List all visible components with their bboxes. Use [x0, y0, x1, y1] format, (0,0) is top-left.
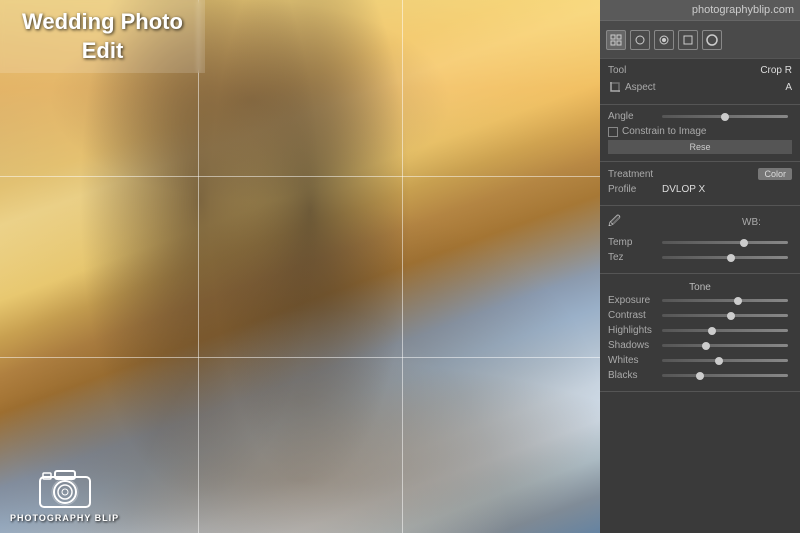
website-url: photographyblip.com — [692, 4, 794, 16]
profile-label: Profile — [608, 184, 658, 195]
treatment-row: Treatment Color — [608, 168, 792, 180]
constrain-checkbox[interactable] — [608, 127, 618, 137]
profile-row: Profile DVLOP X — [608, 184, 792, 195]
contrast-slider-thumb[interactable] — [727, 312, 735, 320]
color-button[interactable]: Color — [758, 168, 792, 180]
logo-text: PHOTOGRAPHY BLIP — [10, 513, 119, 523]
wb-section: 🖉 WB: Temp Tez — [600, 206, 800, 274]
grid-line-v1 — [198, 0, 199, 533]
profile-value: DVLOP X — [662, 184, 705, 195]
aspect-value: A — [785, 82, 792, 93]
website-header: photographyblip.com — [600, 0, 800, 21]
exposure-slider[interactable] — [662, 299, 788, 302]
constrain-label: Constrain to Image — [622, 126, 707, 137]
contrast-row: Contrast — [608, 310, 792, 321]
tool-value: Crop R — [760, 65, 792, 76]
tool-section: Tool Crop R Aspect A — [600, 59, 800, 105]
contrast-slider[interactable] — [662, 314, 788, 317]
whites-slider[interactable] — [662, 359, 788, 362]
angle-section: Angle Constrain to Image Rese — [600, 105, 800, 162]
whites-slider-thumb[interactable] — [715, 357, 723, 365]
tez-label: Tez — [608, 252, 658, 263]
shadows-row: Shadows — [608, 340, 792, 351]
tool-row: Tool Crop R — [608, 65, 792, 76]
tez-slider-thumb[interactable] — [727, 254, 735, 262]
page-title: Wedding Photo Edit — [16, 8, 189, 65]
angle-slider-thumb[interactable] — [721, 113, 729, 121]
photo-background — [0, 0, 600, 533]
eyedropper-icon[interactable]: 🖉 — [608, 212, 621, 233]
exposure-slider-thumb[interactable] — [734, 297, 742, 305]
temp-slider-thumb[interactable] — [740, 239, 748, 247]
temp-label: Temp — [608, 237, 658, 248]
camera-logo-icon — [35, 461, 95, 511]
dot-tool-icon[interactable] — [654, 30, 674, 50]
treatment-section: Treatment Color Profile DVLOP X — [600, 162, 800, 206]
logo-area: PHOTOGRAPHY BLIP — [10, 461, 119, 523]
grid-line-v2 — [402, 0, 403, 533]
grid-tool-icon[interactable] — [606, 30, 626, 50]
photo-area: Wedding Photo Edit PHOTOGRAPHY BLIP — [0, 0, 600, 533]
contrast-label: Contrast — [608, 310, 658, 321]
tool-icons-row — [600, 21, 800, 59]
blacks-label: Blacks — [608, 370, 658, 381]
aspect-row: Aspect A — [608, 80, 792, 94]
square-tool-icon[interactable] — [678, 30, 698, 50]
tone-section: Tone Exposure Contrast Highlights Shadow… — [600, 274, 800, 392]
exposure-row: Exposure — [608, 295, 792, 306]
tone-title: Tone — [608, 282, 792, 293]
angle-slider[interactable] — [662, 115, 788, 118]
shadows-slider-thumb[interactable] — [702, 342, 710, 350]
shadows-slider[interactable] — [662, 344, 788, 347]
temp-row: Temp — [608, 237, 792, 248]
wb-row: 🖉 WB: — [608, 212, 792, 233]
highlights-label: Highlights — [608, 325, 658, 336]
shadows-label: Shadows — [608, 340, 658, 351]
crop-grid — [0, 0, 600, 533]
highlights-slider-thumb[interactable] — [708, 327, 716, 335]
angle-label: Angle — [608, 111, 658, 122]
circle-tool-icon[interactable] — [630, 30, 650, 50]
title-overlay: Wedding Photo Edit — [0, 0, 205, 73]
constrain-row: Constrain to Image — [608, 126, 792, 137]
tez-slider[interactable] — [662, 256, 788, 259]
whites-label: Whites — [608, 355, 658, 366]
whites-row: Whites — [608, 355, 792, 366]
wb-label: WB: — [742, 217, 792, 228]
temp-slider[interactable] — [662, 241, 788, 244]
tool-label: Tool — [608, 65, 658, 76]
angle-row: Angle — [608, 111, 792, 122]
blacks-row: Blacks — [608, 370, 792, 381]
reset-button[interactable]: Rese — [608, 140, 792, 154]
highlights-row: Highlights — [608, 325, 792, 336]
lightroom-panel: photographyblip.com — [600, 0, 800, 533]
highlights-slider[interactable] — [662, 329, 788, 332]
aspect-label: Aspect — [625, 82, 675, 93]
tez-row: Tez — [608, 252, 792, 263]
blacks-slider-thumb[interactable] — [696, 372, 704, 380]
circle2-tool-icon[interactable] — [702, 30, 722, 50]
treatment-label: Treatment — [608, 169, 658, 180]
crop-icon — [608, 80, 622, 94]
blacks-slider[interactable] — [662, 374, 788, 377]
grid-line-h1 — [0, 176, 600, 177]
grid-line-h2 — [0, 357, 600, 358]
exposure-label: Exposure — [608, 295, 658, 306]
